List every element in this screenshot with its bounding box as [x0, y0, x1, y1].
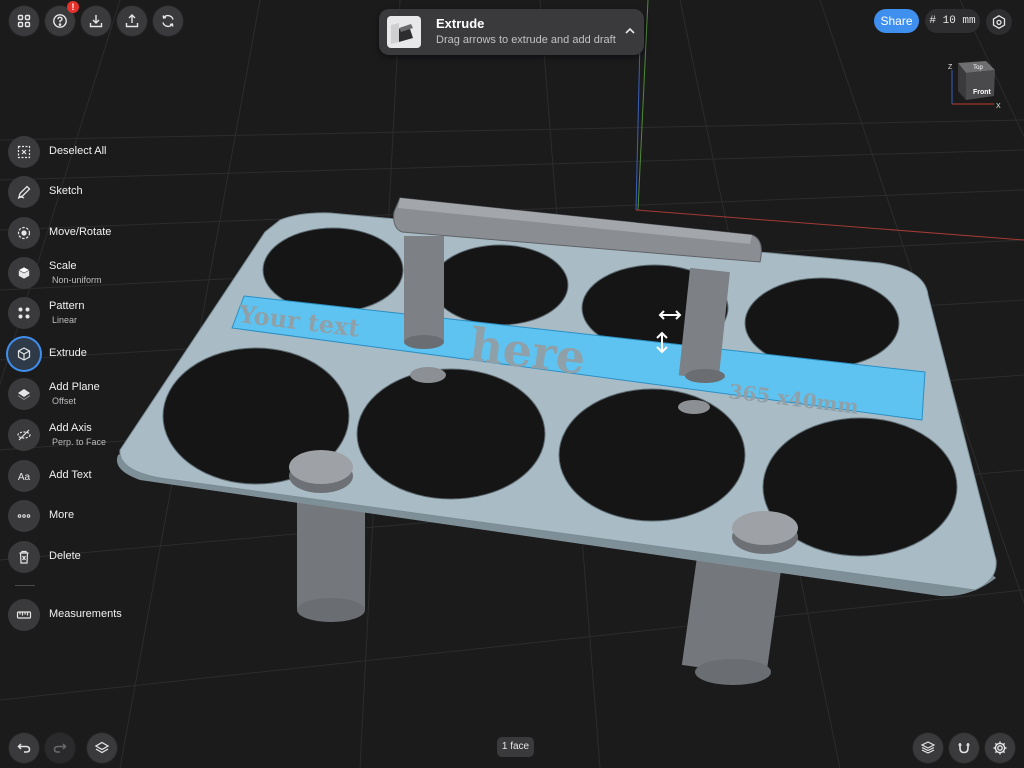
help-icon [53, 14, 67, 28]
tool-label: Scale [49, 260, 77, 272]
home-grid-button[interactable] [9, 6, 39, 36]
tool-label: Measurements [49, 608, 122, 620]
tool-label: Delete [49, 550, 81, 562]
axis-x-label: X [996, 103, 1001, 110]
tool-sketch[interactable]: Sketch [8, 176, 148, 210]
move-rotate-icon [17, 226, 31, 240]
scale-icon [17, 266, 31, 280]
tool-scale[interactable]: Scale Non-uniform [8, 257, 148, 291]
help-button[interactable]: ! [45, 1, 79, 36]
tool-subtitle: Drag arrows to extrude and add draft [436, 34, 616, 46]
extrude-icon [17, 347, 31, 361]
more-icon [17, 514, 31, 518]
tool-extrude[interactable]: Extrude [8, 338, 148, 372]
pencil-icon [17, 185, 31, 200]
sync-icon [162, 14, 174, 28]
tool-label: Deselect All [49, 145, 107, 157]
tool-move-rotate[interactable]: Move/Rotate [8, 217, 148, 251]
sync-button[interactable] [153, 6, 183, 36]
tool-label: Add Plane [49, 381, 100, 393]
tool-label: Extrude [49, 347, 87, 359]
share-button[interactable]: Share [874, 9, 919, 33]
view-cube[interactable]: Top Front X Z [942, 58, 1004, 118]
selection-count: 1 face [497, 737, 534, 757]
svg-text:Aa: Aa [18, 472, 31, 483]
section-view-button[interactable] [913, 733, 943, 763]
tool-measurements[interactable]: Measurements [8, 599, 148, 633]
extrude-thumbnail [387, 16, 421, 48]
viewport-3d[interactable]: Your text here 365 x40mm [0, 0, 1024, 768]
tool-label: Sketch [49, 185, 83, 197]
redo-button[interactable] [45, 733, 75, 763]
tool-add-axis[interactable]: Add Axis Perp. to Face [8, 419, 148, 453]
help-badge: ! [67, 1, 79, 13]
undo-button[interactable] [9, 733, 39, 763]
tool-label: Add Text [49, 469, 92, 481]
magnet-icon [958, 743, 970, 754]
gear-icon [993, 741, 1007, 755]
import-icon [89, 15, 103, 28]
view-cube-front-label: Front [973, 89, 992, 96]
tool-banner[interactable]: Extrude Drag arrows to extrude and add d… [379, 9, 644, 55]
tool-label: More [49, 509, 75, 521]
tool-sublabel: Non-uniform [52, 275, 102, 285]
view-mode-button[interactable] [986, 9, 1012, 35]
view-cube-top-label: Top [973, 65, 983, 71]
pattern-icon [18, 307, 30, 319]
axis-z-label: Z [948, 64, 953, 71]
import-button[interactable] [81, 6, 111, 36]
deselect-icon [17, 145, 31, 159]
settings-button[interactable] [985, 733, 1015, 763]
tool-label: Move/Rotate [49, 226, 112, 238]
tool-sublabel: Perp. to Face [52, 437, 107, 447]
grid-size-chip[interactable]: # 10 mm [925, 9, 980, 33]
tool-add-text[interactable]: Aa Add Text [8, 460, 148, 494]
tool-delete[interactable]: Delete [8, 541, 148, 575]
grid-icon [17, 14, 31, 28]
tool-label: Add Axis [49, 422, 92, 434]
export-icon [125, 14, 139, 28]
tool-label: Pattern [49, 300, 85, 312]
palette-divider [15, 585, 35, 586]
tool-add-plane[interactable]: Add Plane Offset [8, 378, 148, 412]
snap-button[interactable] [949, 733, 979, 763]
ruler-icon [16, 611, 32, 619]
plane-icon [18, 389, 30, 400]
tool-sublabel: Linear [52, 315, 78, 325]
tool-pattern[interactable]: Pattern Linear [8, 297, 148, 331]
undo-icon [17, 743, 31, 753]
trash-icon [19, 550, 29, 564]
tool-more[interactable]: More [8, 500, 148, 534]
export-button[interactable] [117, 6, 147, 36]
text-icon: Aa [18, 472, 31, 483]
tool-sublabel: Offset [52, 396, 76, 406]
view-settings-icon [992, 15, 1006, 29]
section-view-icon [920, 741, 936, 754]
layers-button[interactable] [87, 733, 117, 763]
redo-icon [53, 743, 67, 753]
layers-icon [94, 741, 110, 754]
axis-icon [17, 429, 31, 441]
tool-title: Extrude [436, 16, 485, 31]
chevron-up-icon[interactable] [624, 25, 636, 37]
tool-deselect-all[interactable]: Deselect All [8, 136, 148, 170]
